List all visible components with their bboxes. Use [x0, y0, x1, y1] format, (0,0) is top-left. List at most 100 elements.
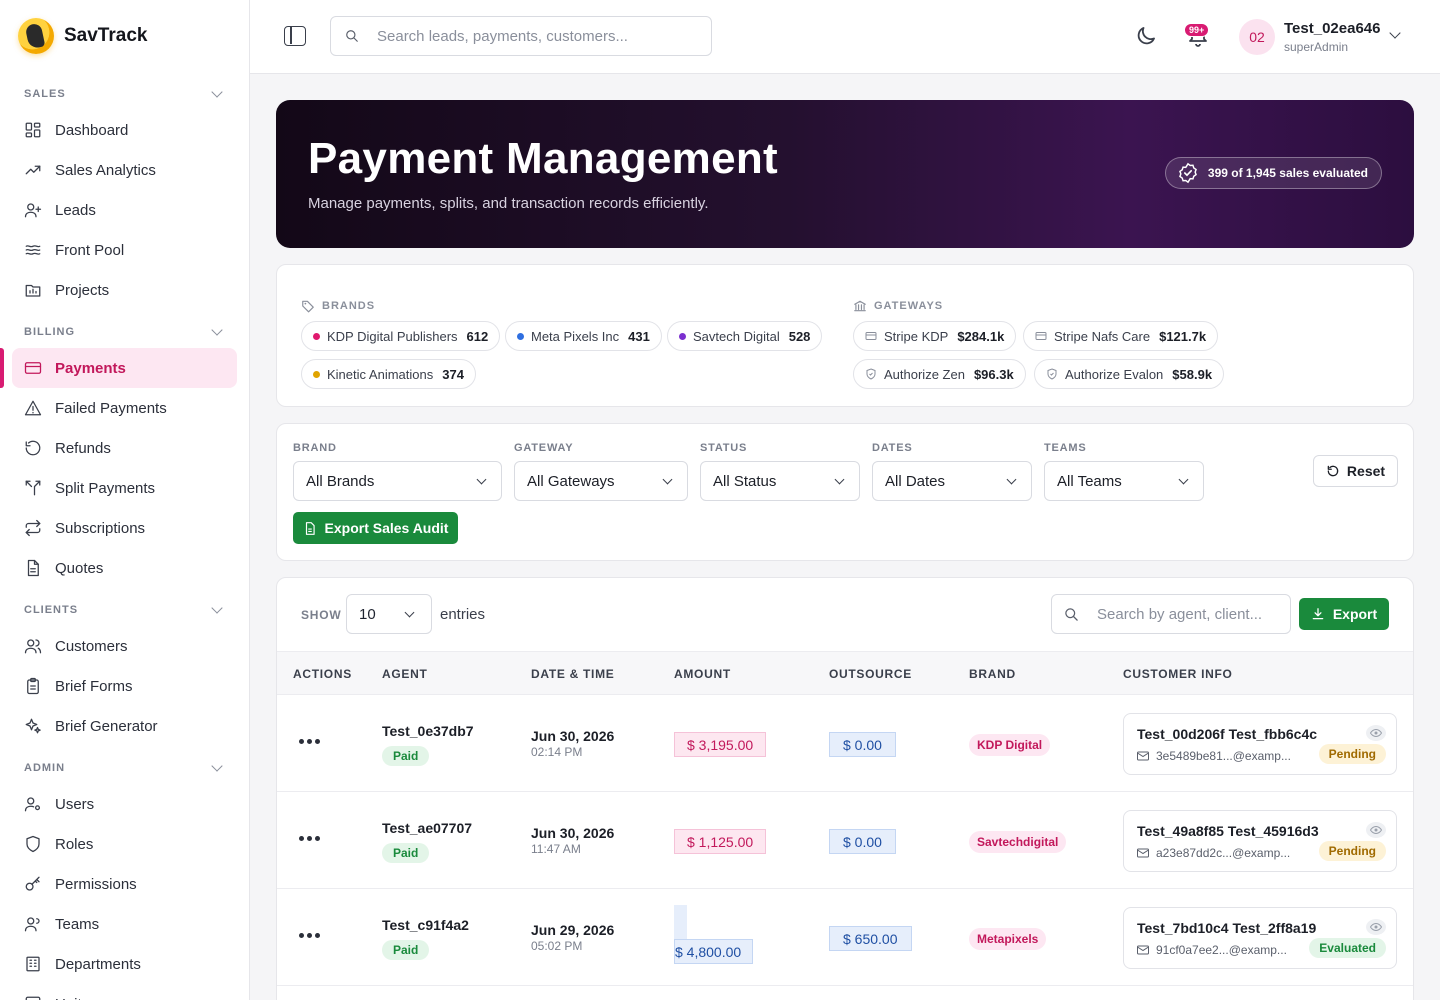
brand-badge: Metapixels: [969, 928, 1047, 950]
more-actions-icon[interactable]: [299, 933, 320, 938]
status-filter-select[interactable]: All Status: [700, 461, 860, 501]
sidebar-item-label: Teams: [55, 915, 100, 933]
sidebar-item-label: Failed Payments: [55, 399, 167, 417]
sidebar-item-teams[interactable]: Teams: [0, 904, 237, 944]
sidebar-item-permissions[interactable]: Permissions: [0, 864, 237, 904]
more-actions-icon[interactable]: [299, 836, 320, 841]
search-input[interactable]: [377, 27, 677, 45]
avatar[interactable]: 02: [1239, 19, 1275, 55]
more-actions-icon[interactable]: [299, 739, 320, 744]
notification-badge: 99+: [1184, 23, 1210, 37]
eye-icon[interactable]: [1366, 822, 1386, 838]
column-header[interactable]: ACTIONS: [293, 667, 352, 681]
export-sales-audit-button[interactable]: Export Sales Audit: [293, 512, 458, 544]
brand-chip[interactable]: Kinetic Animations 374: [301, 359, 476, 389]
reset-button[interactable]: Reset: [1313, 455, 1398, 487]
brand-name: SavTrack: [64, 25, 148, 46]
table-header: ACTIONS AGENT DATE & TIME AMOUNT OUTSOUR…: [277, 651, 1413, 695]
customer-info-card[interactable]: Test_7bd10c4 Test_2ff8a19 91cf0a7ee2...@e…: [1123, 907, 1397, 969]
sidebar-item-label: Leads: [55, 201, 96, 219]
column-header[interactable]: AGENT: [382, 667, 428, 681]
table-search[interactable]: [1051, 594, 1291, 634]
sidebar-item-brief-generator[interactable]: Brief Generator: [0, 706, 237, 746]
sidebar-item-front-pool[interactable]: Front Pool: [0, 230, 237, 270]
column-header[interactable]: BRAND: [969, 667, 1016, 681]
sidebar-item-customers[interactable]: Customers: [0, 626, 237, 666]
global-search[interactable]: [330, 16, 712, 56]
gateway-filter-select[interactable]: All Gateways: [514, 461, 688, 501]
table-row[interactable]: Test_c91f4a2 Paid Jun 29, 2026 05:02 PM $ 4,…: [277, 889, 1413, 986]
filters-card: BRAND All Brands GATEWAY All Gateways ST…: [276, 423, 1414, 561]
brand-badge: KDP Digital: [969, 734, 1051, 756]
section-header-billing[interactable]: BILLING: [0, 320, 249, 344]
section-header-clients[interactable]: CLIENTS: [0, 598, 249, 622]
sidebar-item-units[interactable]: Units: [0, 984, 237, 1000]
payment-status-badge: Paid: [382, 940, 430, 960]
dates-filter-label: DATES: [872, 442, 913, 454]
building-icon: [24, 955, 42, 973]
warning-icon: [24, 399, 42, 417]
sidebar-item-dashboard[interactable]: Dashboard: [0, 110, 237, 150]
table-row[interactable]: Test_0e37db7 Paid Jun 30, 2026 02:14 PM $ 3,…: [277, 695, 1413, 792]
sidebar-item-projects[interactable]: Projects: [0, 270, 237, 310]
sidebar-item-quotes[interactable]: Quotes: [0, 548, 237, 588]
user-name[interactable]: Test_02ea646: [1284, 20, 1380, 37]
agent-name: Test_ae07707: [382, 820, 473, 836]
sidebar-toggle-icon[interactable]: [284, 26, 306, 46]
status-filter-label: STATUS: [700, 442, 748, 454]
sidebar-item-subscriptions[interactable]: Subscriptions: [0, 508, 237, 548]
gateway-chip[interactable]: Authorize Evalon $58.9k: [1034, 359, 1225, 389]
brand-chip[interactable]: KDP Digital Publishers 612: [301, 321, 501, 351]
brand-name: Savtech Digital: [693, 328, 780, 344]
sidebar-item-failed-payments[interactable]: Failed Payments: [0, 388, 237, 428]
sidebar-item-users[interactable]: Users: [0, 784, 237, 824]
gateway-chip[interactable]: Stripe KDP $284.1k: [853, 321, 1017, 351]
eye-icon[interactable]: [1366, 919, 1386, 935]
sidebar-item-label: Dashboard: [55, 121, 129, 139]
customer-info-card[interactable]: Test_00d206f Test_fbb6c4c 3e5489be81...@e…: [1123, 713, 1397, 775]
column-header[interactable]: AMOUNT: [674, 667, 731, 681]
sidebar-item-refunds[interactable]: Refunds: [0, 428, 237, 468]
gateway-chip[interactable]: Authorize Zen $96.3k: [853, 359, 1026, 389]
moon-icon[interactable]: [1134, 24, 1158, 48]
table-row[interactable]: Test_ae07707 Paid Jun 30, 2026 11:47 AM $ 1,…: [277, 792, 1413, 889]
sidebar-nav: SALES Dashboard Sales Analytics Leads Front …: [0, 82, 249, 1000]
chevron-down-icon[interactable]: [1389, 27, 1401, 39]
sidebar-item-split-payments[interactable]: Split Payments: [0, 468, 237, 508]
export-button[interactable]: Export: [1299, 598, 1389, 630]
section-header-admin[interactable]: ADMIN: [0, 756, 249, 780]
dates-filter-select[interactable]: All Dates: [872, 461, 1032, 501]
card-icon: [1035, 332, 1047, 340]
brand-dot: [313, 370, 320, 378]
page-subtitle: Manage payments, splits, and transaction…: [308, 195, 709, 212]
brands-gateways-card: BRANDS KDP Digital Publishers 612 Meta Pix…: [276, 264, 1414, 407]
eye-icon[interactable]: [1366, 725, 1386, 741]
brand-chip[interactable]: Meta Pixels Inc 431: [505, 321, 662, 351]
payment-time: 11:47 AM: [531, 842, 581, 856]
teams-filter-select[interactable]: All Teams: [1044, 461, 1204, 501]
sidebar-item-roles[interactable]: Roles: [0, 824, 237, 864]
customer-name: Test_00d206f Test_fbb6c4c: [1137, 726, 1318, 742]
brand-count: 431: [628, 328, 650, 344]
section-header-sales[interactable]: SALES: [0, 82, 249, 106]
gateway-chip[interactable]: Stripe Nafs Care $121.7k: [1023, 321, 1219, 351]
sidebar-item-label: Units: [55, 996, 89, 1000]
column-header[interactable]: DATE & TIME: [531, 667, 614, 681]
column-header[interactable]: CUSTOMER INFO: [1123, 667, 1233, 681]
customer-info-card[interactable]: Test_49a8f85 Test_45916d3 a23e87dd2c...@e…: [1123, 810, 1397, 872]
table-search-input[interactable]: [1097, 605, 1277, 623]
entries-select[interactable]: 10: [346, 594, 432, 634]
shield-icon: [1047, 368, 1057, 380]
brand-filter-select[interactable]: All Brands: [293, 461, 502, 501]
sidebar-item-payments[interactable]: Payments: [0, 348, 237, 388]
sidebar-item-departments[interactable]: Departments: [0, 944, 237, 984]
brand-chip[interactable]: Savtech Digital 528: [667, 321, 823, 351]
gateway-filter-label: GATEWAY: [514, 442, 574, 454]
sidebar-item-leads[interactable]: Leads: [0, 190, 237, 230]
sidebar-item-brief-forms[interactable]: Brief Forms: [0, 666, 237, 706]
sidebar-item-sales-analytics[interactable]: Sales Analytics: [0, 150, 237, 190]
evaluation-status-badge: Evaluated: [1309, 938, 1386, 958]
column-header[interactable]: OUTSOURCE: [829, 667, 912, 681]
brand[interactable]: SavTrack: [0, 0, 249, 72]
sparkles-icon: [24, 717, 42, 735]
